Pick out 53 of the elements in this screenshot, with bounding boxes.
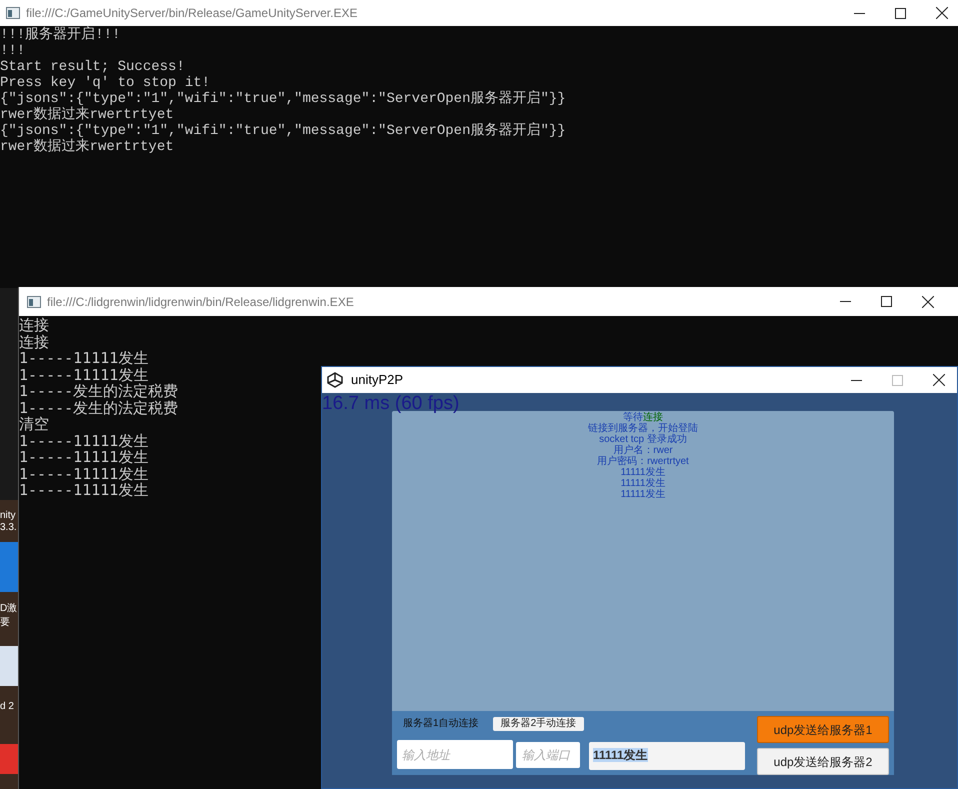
port-field[interactable]: 输入端口 — [516, 742, 580, 768]
console-line: 1-----11111发生 — [19, 449, 148, 466]
log-line: 链接到服务器，开始登陆 — [588, 423, 698, 434]
console-line: 连接 — [19, 317, 49, 334]
desktop-icon-label[interactable]: d 2 — [0, 700, 18, 714]
console-line: 1-----11111发生 — [19, 432, 148, 449]
console-window-icon — [27, 296, 41, 308]
console-line: {"jsons":{"type":"1","wifi":"true","message":"ServerOpen服务器开启"}} — [0, 91, 566, 107]
log-line: 用户名：rwer — [613, 445, 673, 456]
log-line: 11111发生 — [620, 467, 666, 478]
desktop-icon-label[interactable]: nity — [0, 510, 18, 522]
app-thumbnail-icon[interactable] — [0, 744, 18, 774]
console-line: {"jsons":{"type":"1","wifi":"true","message":"ServerOpen服务器开启"}} — [0, 123, 566, 139]
address-field[interactable]: 输入地址 — [397, 740, 513, 769]
message-text: 11111发生 — [593, 748, 648, 762]
desktop-icon-label[interactable]: 3.3. — [0, 522, 18, 534]
console-line: Press key 'q' to stop it! — [0, 75, 210, 91]
window-title: file:///C:/GameUnityServer/bin/Release/GameUnityServer.EXE — [26, 5, 358, 22]
console-window-icon — [6, 7, 20, 19]
send-button[interactable]: udp发送给服务器2 — [757, 748, 889, 775]
desktop-icon-label[interactable]: 要 — [0, 616, 18, 630]
console-line: Start result; Success! — [0, 59, 185, 75]
maximize-icon[interactable] — [895, 8, 906, 18]
desktop-icon-label[interactable]: D激 — [0, 602, 18, 616]
close-icon[interactable] — [933, 374, 945, 386]
maximize-icon[interactable] — [881, 296, 892, 307]
console-line: 1-----11111发生 — [19, 366, 148, 383]
log-line: 11111发生 — [620, 489, 666, 500]
console-line: 连接 — [19, 334, 49, 350]
log-line: 11111发生 — [620, 478, 666, 489]
log-line: 用户密码：rwertrtyet — [597, 456, 689, 467]
console-line: 1-----发生的法定税费 — [19, 400, 178, 416]
console-line: 1-----发生的法定税费 — [19, 383, 178, 400]
console-line: 1-----11111发生 — [19, 466, 148, 482]
console-line: 1-----11111发生 — [19, 350, 148, 366]
server1-label: 服务器1自动连接 — [403, 716, 479, 731]
close-icon[interactable] — [922, 296, 934, 308]
message-field[interactable]: 11111发生 — [589, 742, 745, 770]
send-button[interactable]: udp发送给服务器1 — [757, 716, 889, 743]
console-line: 1-----11111发生 — [19, 482, 148, 498]
unity-logo-icon — [327, 372, 343, 388]
log-line: socket tcp 登录成功 — [599, 434, 687, 445]
window-title: unityP2P — [351, 371, 404, 390]
close-icon[interactable] — [936, 7, 948, 19]
console-line: 清空 — [19, 416, 49, 432]
console-line: rwer数据过来rwertrtyet — [0, 107, 174, 123]
log-line: 等待连接 — [623, 412, 663, 423]
console-line: rwer数据过来rwertrtyet — [0, 139, 174, 155]
console-line: !!! — [0, 43, 26, 59]
console-line: !!!服务器开启!!! — [0, 27, 120, 43]
window-title: file:///C:/lidgrenwin/lidgrenwin/bin/Release/lidgrenwin.EXE — [47, 294, 354, 310]
server2-connect-button[interactable]: 服务器2手动连接 — [492, 716, 584, 730]
app-thumbnail-icon[interactable] — [0, 646, 18, 686]
